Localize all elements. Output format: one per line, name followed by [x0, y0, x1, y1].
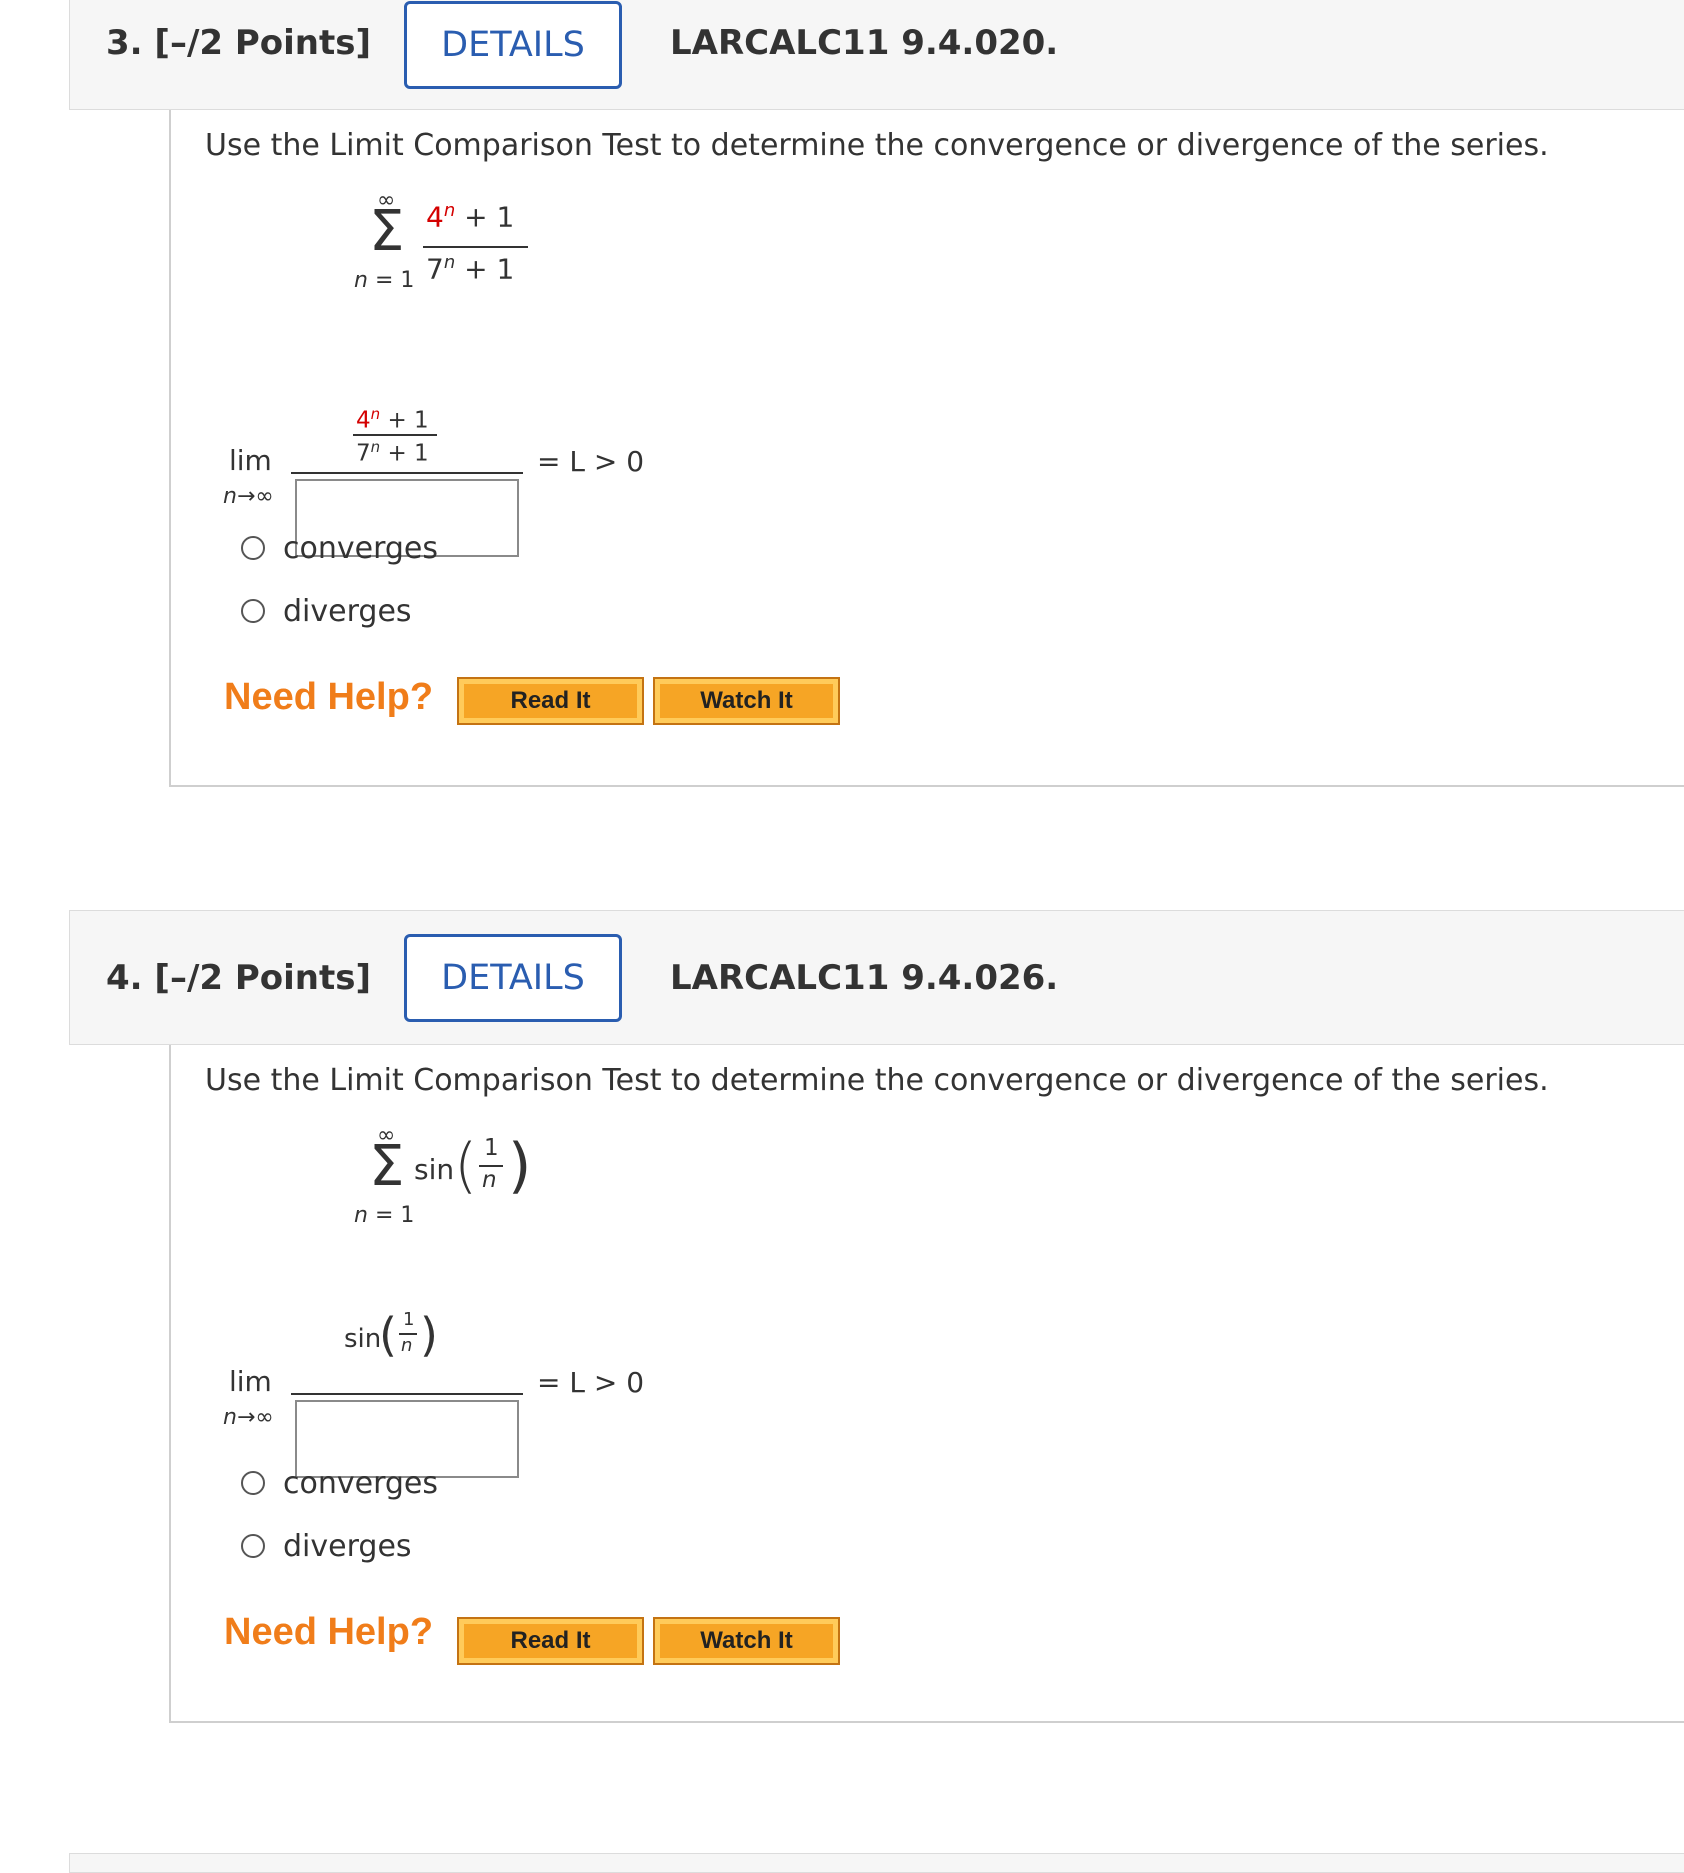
question-points: [–/2 Points] [154, 958, 372, 998]
lim-label: lim [229, 444, 272, 477]
details-button[interactable]: DETAILS [404, 1, 622, 89]
series-expression: ∞ Σ n = 1 sin ( 1 n ) [341, 1123, 601, 1243]
radio-button[interactable] [241, 536, 265, 560]
radio-button[interactable] [241, 1471, 265, 1495]
question-4-header: 4. [–/2 Points] DETAILS LARCALC11 9.4.02… [69, 910, 1684, 1045]
sigma-symbol: Σ [369, 199, 405, 264]
sum-lower-limit: n = 1 [354, 1203, 415, 1228]
question-code: LARCALC11 9.4.026. [670, 958, 1059, 998]
outer-fraction-bar [291, 1393, 523, 1395]
question-prompt: Use the Limit Comparison Test to determi… [205, 128, 1549, 163]
lim-label: lim [229, 1365, 272, 1398]
lim-subscript: n→∞ [223, 484, 274, 509]
series-numerator: 4n + 1 [426, 200, 515, 234]
watch-it-button[interactable]: Watch It [653, 677, 840, 725]
sin-function: sin [414, 1153, 455, 1186]
frac-denominator: n [482, 1167, 497, 1193]
right-paren: ) [508, 1131, 532, 1201]
question-3-body: Use the Limit Comparison Test to determi… [169, 110, 1684, 787]
option-diverges[interactable]: diverges [241, 591, 412, 631]
question-4-body: Use the Limit Comparison Test to determi… [169, 1045, 1684, 1723]
series-expression: ∞ Σ n = 1 4n + 1 7n + 1 [341, 188, 581, 308]
option-label: diverges [283, 593, 412, 629]
question-3-header: 3. [–/2 Points] DETAILS LARCALC11 9.4.02… [69, 0, 1684, 110]
question-3-points: 3. [–/2 Points] [106, 8, 371, 78]
frac-denominator: n [401, 1335, 413, 1356]
sum-lower-limit: n = 1 [354, 268, 415, 293]
read-it-button[interactable]: Read It [457, 1617, 644, 1665]
radio-button[interactable] [241, 599, 265, 623]
details-button[interactable]: DETAILS [404, 934, 622, 1022]
limit-rhs: = L > 0 [537, 445, 645, 478]
need-help-label: Need Help? [224, 1611, 434, 1653]
limit-rhs: = L > 0 [537, 1366, 645, 1399]
option-converges[interactable]: converges [241, 528, 438, 568]
question-code: LARCALC11 9.4.020. [670, 23, 1059, 63]
limit-expression: lim n→∞ 4n + 1 7n + 1 = L > 0 [211, 300, 711, 557]
option-label: diverges [283, 1528, 412, 1564]
limit-denominator: 7n + 1 [356, 438, 429, 467]
option-label: converges [283, 530, 439, 566]
radio-button[interactable] [241, 1534, 265, 1558]
option-converges[interactable]: converges [241, 1463, 438, 1503]
sin-function: sin [344, 1324, 382, 1354]
right-paren: ) [420, 1308, 438, 1362]
next-question-header [69, 1853, 1684, 1873]
option-label: converges [283, 1465, 439, 1501]
frac-numerator: 1 [403, 1309, 415, 1330]
frac-numerator: 1 [484, 1135, 499, 1161]
limit-expression: lim n→∞ sin ( 1 n ) = L > 0 [211, 1235, 711, 1478]
series-denominator: 7n + 1 [426, 252, 515, 286]
fraction-bar [423, 246, 528, 248]
outer-fraction-bar [291, 472, 523, 474]
left-paren: ( [454, 1131, 478, 1201]
lim-subscript: n→∞ [223, 1405, 274, 1430]
need-help-label: Need Help? [224, 676, 434, 718]
sigma-symbol: Σ [369, 1134, 405, 1199]
question-4-points: 4. [–/2 Points] [106, 943, 371, 1013]
read-it-button[interactable]: Read It [457, 677, 644, 725]
limit-numerator: 4n + 1 [356, 405, 429, 434]
inner-fraction-bar [353, 434, 437, 436]
watch-it-button[interactable]: Watch It [653, 1617, 840, 1665]
question-number: 4. [106, 958, 143, 998]
question-points: [–/2 Points] [154, 23, 372, 63]
question-number: 3. [106, 23, 143, 63]
question-prompt: Use the Limit Comparison Test to determi… [205, 1063, 1549, 1098]
left-paren: ( [379, 1308, 397, 1362]
option-diverges[interactable]: diverges [241, 1526, 412, 1566]
